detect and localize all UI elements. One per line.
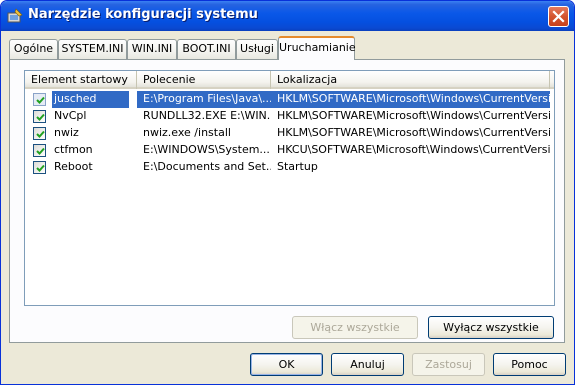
title-bar[interactable]: Narzędzie konfiguracji systemu [1,1,574,31]
startup-item-location: HKCU\SOFTWARE\Microsoft\Windows\CurrentV… [277,143,550,156]
checkbox-checked[interactable] [33,127,46,140]
startup-item-command: nwiz.exe /install [143,126,231,139]
ok-button[interactable]: OK [250,353,323,376]
list-item[interactable]: Reboot E:\Documents and Set... Startup [25,159,554,176]
list-item[interactable]: jusched E:\Program Files\Java\... HKLM\S… [25,91,554,108]
close-icon [552,10,565,23]
checkbox-checked[interactable] [33,161,46,174]
tab-uruchamianie[interactable]: Uruchamianie [278,36,356,60]
startup-item-name: NvCpl [54,109,87,122]
startup-item-name: ctfmon [54,143,93,156]
startup-tab-panel: Element startowy Polecenie Lokalizacja j… [9,59,565,343]
startup-item-location: HKLM\SOFTWARE\Microsoft\Windows\CurrentV… [277,126,550,139]
window-title: Narzędzie konfiguracji systemu [28,7,258,22]
cancel-button[interactable]: Anuluj [331,353,404,376]
column-header-command[interactable]: Polecenie [137,71,271,89]
list-item[interactable]: NvCpl RUNDLL32.EXE E:\WIN... HKLM\SOFTWA… [25,108,554,125]
startup-item-command: RUNDLL32.EXE E:\WIN... [143,109,271,122]
help-button[interactable]: Pomoc [493,353,566,376]
tab-system-ini[interactable]: SYSTEM.INI [58,39,127,59]
startup-item-command: E:\Program Files\Java\... [137,91,271,108]
startup-item-location: Startup [277,160,318,173]
disable-all-button[interactable]: Wyłącz wszystkie [428,316,554,339]
tab-ogolne[interactable]: Ogólne [9,39,58,59]
startup-list[interactable]: Element startowy Polecenie Lokalizacja j… [24,70,555,306]
msconfig-icon [7,8,23,24]
list-item[interactable]: ctfmon E:\WINDOWS\System... HKCU\SOFTWAR… [25,142,554,159]
startup-item-location: HKLM\SOFTWARE\Microsoft\Windows\CurrentV… [277,109,550,122]
tab-uslugi[interactable]: Usługi [236,39,278,59]
enable-all-button[interactable]: Włącz wszystkie [292,316,418,339]
startup-item-command: E:\WINDOWS\System... [143,143,270,156]
checkbox-checked[interactable] [33,144,46,157]
list-item[interactable]: nwiz nwiz.exe /install HKLM\SOFTWARE\Mic… [25,125,554,142]
startup-item-name: jusched [52,91,129,108]
startup-item-location: HKLM\SOFTWARE\Microsoft\Windows\CurrentV… [271,91,550,108]
tab-win-ini[interactable]: WIN.INI [127,39,177,59]
startup-item-name: nwiz [54,126,79,139]
system-config-dialog: Narzędzie konfiguracji systemu Ogólne SY… [0,0,575,385]
apply-button[interactable]: Zastosuj [412,353,485,376]
startup-item-command: E:\Documents and Set... [143,160,271,173]
checkbox-checked[interactable] [33,110,46,123]
column-header-location[interactable]: Lokalizacja [271,71,550,89]
startup-item-name: Reboot [54,160,93,173]
close-button[interactable] [548,6,569,27]
checkbox-checked[interactable] [33,93,46,106]
tab-boot-ini[interactable]: BOOT.INI [177,39,236,59]
column-header-startup-item[interactable]: Element startowy [25,71,137,89]
list-header: Element startowy Polecenie Lokalizacja [25,71,554,89]
